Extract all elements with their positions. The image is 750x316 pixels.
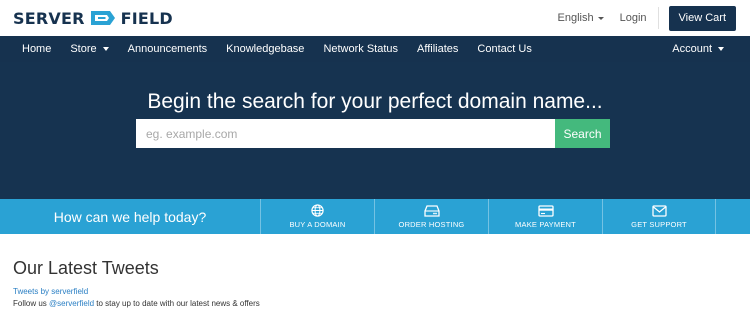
tweets-by-link[interactable]: Tweets by serverfield (13, 287, 737, 296)
logo-mark-icon (90, 11, 115, 25)
help-bar: How can we help today? BUY A DOMAIN ORDE… (0, 199, 750, 234)
nav-label: Account (672, 43, 712, 55)
nav-item-affiliates[interactable]: Affiliates (417, 43, 458, 55)
action-label: ORDER HOSTING (398, 219, 465, 229)
language-label: English (557, 12, 594, 24)
chevron-down-icon (597, 17, 604, 20)
server-icon (423, 204, 440, 217)
nav-label: Knowledgebase (226, 43, 305, 55)
hero-title: Begin the search for your perfect domain… (147, 90, 603, 113)
nav-item-contact-us[interactable]: Contact Us (477, 43, 531, 55)
domain-search-form: Search (136, 119, 610, 148)
follow-text: Follow us @serverfield to stay up to dat… (13, 299, 737, 308)
nav-item-network-status[interactable]: Network Status (323, 43, 398, 55)
help-prompt: How can we help today? (53, 208, 207, 225)
action-label: MAKE PAYMENT (515, 219, 576, 229)
main-nav: Home Store Announcements Knowledgebase N… (0, 36, 750, 62)
twitter-handle-link[interactable]: @serverfield (49, 299, 94, 308)
buy-domain-button[interactable]: BUY A DOMAIN (260, 199, 374, 234)
action-label: GET SUPPORT (631, 219, 687, 229)
logo-text-field: FIELD (120, 8, 173, 28)
language-selector[interactable]: English (558, 12, 604, 24)
action-label: BUY A DOMAIN (289, 220, 346, 229)
nav-label: Contact Us (477, 43, 532, 55)
nav-label: Home (22, 43, 52, 55)
domain-search-input[interactable] (136, 119, 555, 148)
make-payment-button[interactable]: MAKE PAYMENT (488, 199, 602, 234)
logo-text-server: SERVER (13, 8, 85, 28)
follow-suffix: to stay up to date with our latest news … (94, 299, 260, 308)
view-cart-button[interactable]: View Cart (668, 5, 736, 31)
latest-tweets-section: Our Latest Tweets Tweets by serverfield … (0, 234, 750, 308)
chevron-down-icon (102, 47, 109, 51)
get-support-button[interactable]: GET SUPPORT (602, 199, 716, 234)
nav-item-announcements[interactable]: Announcements (128, 43, 208, 55)
search-button[interactable]: Search (555, 119, 610, 148)
domain-search-hero: Begin the search for your perfect domain… (0, 62, 750, 199)
order-hosting-button[interactable]: ORDER HOSTING (374, 199, 488, 234)
nav-label: Announcements (127, 43, 208, 55)
nav-label: Network Status (323, 43, 399, 55)
nav-item-knowledgebase[interactable]: Knowledgebase (226, 43, 304, 55)
site-logo[interactable]: SERVER FIELD (13, 7, 173, 29)
chevron-down-icon (718, 47, 724, 51)
follow-prefix: Follow us (13, 299, 50, 308)
nav-item-account[interactable]: Account (672, 43, 724, 55)
nav-item-store[interactable]: Store (70, 43, 109, 55)
nav-item-home[interactable]: Home (22, 43, 51, 55)
envelope-icon (651, 204, 667, 217)
nav-label: Store (70, 43, 97, 55)
nav-label: Affiliates (417, 43, 459, 55)
tweets-title: Our Latest Tweets (13, 258, 159, 278)
credit-card-icon (537, 204, 554, 217)
top-header: SERVER FIELD English Login View Cart (0, 0, 750, 36)
globe-icon (311, 204, 324, 217)
login-link[interactable]: Login (620, 7, 659, 29)
